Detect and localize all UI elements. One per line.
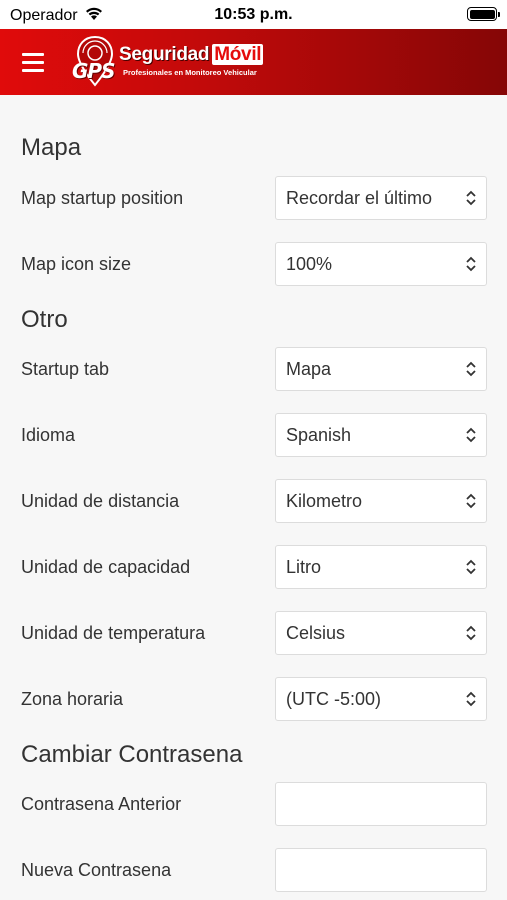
logo-brand-word2: Móvil <box>212 44 264 65</box>
language-select[interactable]: Spanish <box>275 413 487 457</box>
logo-tagline: Profesionales en Monitoreo Vehicular <box>123 68 257 77</box>
section-title-mapa: Mapa <box>21 134 82 161</box>
select-value: Litro <box>286 556 322 577</box>
logo-brand-text: Seguridad Móvil <box>119 44 264 66</box>
startup-tab-select[interactable]: Mapa <box>275 347 487 391</box>
menu-icon[interactable] <box>22 53 44 73</box>
select-value: Mapa <box>286 358 332 379</box>
updown-chevron-icon <box>456 493 486 509</box>
section-title-otro: Otro <box>21 306 68 333</box>
updown-chevron-icon <box>456 361 486 377</box>
select-value: Celsius <box>286 622 346 643</box>
updown-chevron-icon <box>456 691 486 707</box>
distance-unit-select[interactable]: Kilometro <box>275 479 487 523</box>
logo-gps-text: GPS <box>72 59 115 83</box>
status-bar: Operador 10:53 p.m. <box>0 0 507 29</box>
logo-brand-word1: Seguridad <box>119 44 210 65</box>
section-title-password: Cambiar Contrasena <box>21 741 243 768</box>
select-value: Recordar el último <box>286 187 433 208</box>
battery-icon <box>467 7 500 21</box>
timezone-select[interactable]: (UTC -5:00) <box>275 677 487 721</box>
map-icon-size-select[interactable]: 100% <box>275 242 487 286</box>
updown-chevron-icon <box>456 427 486 443</box>
capacity-unit-select[interactable]: Litro <box>275 545 487 589</box>
brand-logo: GPS Seguridad Móvil Profesionales en Moni… <box>72 35 282 89</box>
select-value: Kilometro <box>286 490 363 511</box>
temperature-unit-select[interactable]: Celsius <box>275 611 487 655</box>
updown-chevron-icon <box>456 256 486 272</box>
status-time: 10:53 p.m. <box>214 6 293 23</box>
new-password-field[interactable] <box>275 848 487 892</box>
updown-chevron-icon <box>456 559 486 575</box>
app-header: GPS Seguridad Móvil Profesionales en Moni… <box>0 29 507 95</box>
updown-chevron-icon <box>456 625 486 641</box>
select-value: (UTC -5:00) <box>286 688 382 709</box>
old-password-field[interactable] <box>275 782 487 826</box>
select-value: 100% <box>286 253 333 274</box>
select-value: Spanish <box>286 424 352 445</box>
updown-chevron-icon <box>456 190 486 206</box>
map-startup-select[interactable]: Recordar el último <box>275 176 487 220</box>
